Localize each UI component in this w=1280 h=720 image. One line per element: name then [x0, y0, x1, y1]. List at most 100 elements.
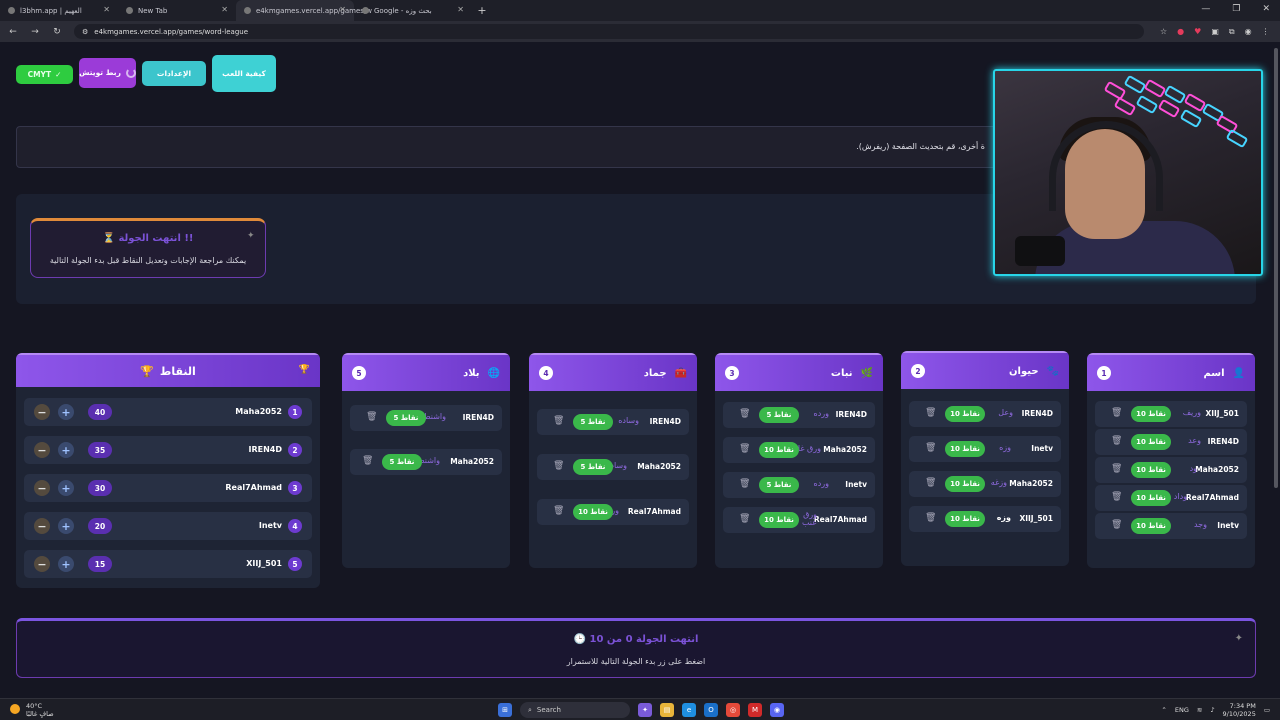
clock[interactable]: 7:34 PM 9/10/2025: [1223, 702, 1256, 719]
trash-icon[interactable]: 🗑: [739, 514, 750, 524]
extension-icon[interactable]: ●: [1177, 27, 1184, 37]
add-point-button[interactable]: +: [58, 404, 74, 420]
trash-icon[interactable]: 🗑: [1111, 492, 1122, 502]
reload-icon[interactable]: ↻: [52, 27, 62, 37]
how-to-play-button[interactable]: كيفية اللعب: [212, 55, 276, 92]
trash-icon[interactable]: 🗑: [739, 479, 750, 489]
chrome-icon[interactable]: ◎: [726, 703, 740, 717]
forward-icon[interactable]: →: [30, 27, 40, 37]
globe-icon: 🌐: [487, 367, 500, 379]
add-point-button[interactable]: +: [58, 518, 74, 534]
trash-icon[interactable]: 🗑: [366, 412, 377, 422]
mail-icon[interactable]: M: [748, 703, 762, 717]
remove-point-button[interactable]: −: [34, 518, 50, 534]
windows-start-icon[interactable]: ⊞: [498, 703, 512, 717]
points-badge[interactable]: 10 نقاط: [1131, 434, 1171, 450]
maximize-icon[interactable]: ❐: [1232, 4, 1240, 14]
extensions-puzzle-icon[interactable]: ⧉: [1229, 27, 1235, 37]
cmyt-button[interactable]: CMYT ✓: [16, 65, 73, 84]
browser-tab[interactable]: New Tab ✕: [118, 0, 236, 21]
trash-icon[interactable]: 🗑: [925, 443, 936, 453]
remove-point-button[interactable]: −: [34, 404, 50, 420]
trash-icon[interactable]: 🗑: [553, 506, 564, 516]
points-badge[interactable]: 5 نقاط: [382, 454, 422, 470]
points-badge[interactable]: 10 نقاط: [759, 442, 799, 458]
settings-button[interactable]: الإعدادات: [142, 61, 206, 86]
url-field[interactable]: ⚙ e4kmgames.vercel.app/games/word-league: [74, 24, 1144, 39]
outlook-icon[interactable]: O: [704, 703, 718, 717]
points-badge[interactable]: 10 نقاط: [573, 504, 613, 520]
points-badge[interactable]: 5 نقاط: [759, 477, 799, 493]
wifi-icon[interactable]: ≋: [1197, 706, 1202, 714]
category-card-name: 1 اسم 👤 XIIJ_501 وريف 10 نقاط 🗑 IREN4D وعد 10 ن…: [1087, 353, 1255, 568]
extension-icon[interactable]: ▣: [1211, 27, 1219, 37]
back-icon[interactable]: ←: [8, 27, 18, 37]
browser-tab[interactable]: l3bhm.app | العهيم ✕: [0, 0, 118, 21]
trash-icon[interactable]: 🗑: [1111, 408, 1122, 418]
points-badge[interactable]: 10 نقاط: [759, 512, 799, 528]
bookmark-star-icon[interactable]: ☆: [1160, 27, 1167, 37]
notifications-icon[interactable]: ▭: [1264, 706, 1270, 714]
weather-widget[interactable]: 40°C صافٍ غالبًا: [10, 702, 54, 719]
points-badge[interactable]: 5 نقاط: [573, 459, 613, 475]
points-badge[interactable]: 10 نقاط: [945, 511, 985, 527]
points-badge[interactable]: 10 نقاط: [945, 441, 985, 457]
close-tab-icon[interactable]: ✕: [457, 5, 464, 14]
remove-point-button[interactable]: −: [34, 442, 50, 458]
score-row: 5 XIIJ_501 15 + −: [24, 550, 312, 578]
profile-icon[interactable]: ◉: [1245, 27, 1252, 37]
answer-row: XIIJ_501 وريف 10 نقاط 🗑: [1095, 401, 1247, 427]
remove-point-button[interactable]: −: [34, 556, 50, 572]
extension-icon[interactable]: ♥: [1194, 27, 1201, 37]
edge-icon[interactable]: e: [682, 703, 696, 717]
scrollbar[interactable]: [1274, 48, 1278, 488]
category-header: 2 حيوان 🐾: [901, 351, 1069, 389]
site-info-icon[interactable]: ⚙: [82, 28, 88, 36]
close-window-icon[interactable]: ✕: [1262, 4, 1270, 14]
minimize-icon[interactable]: —: [1201, 4, 1210, 14]
browser-tab[interactable]: Google - بحث وزه ✕: [354, 0, 472, 21]
discord-icon[interactable]: ◉: [770, 703, 784, 717]
connect-twitch-button[interactable]: ربط تويتش: [79, 58, 136, 88]
trash-icon[interactable]: 🗑: [739, 409, 750, 419]
trash-icon[interactable]: 🗑: [553, 461, 564, 471]
remove-point-button[interactable]: −: [34, 480, 50, 496]
points-badge[interactable]: 10 نقاط: [1131, 462, 1171, 478]
points-badge[interactable]: 10 نقاط: [1131, 490, 1171, 506]
taskbar-search[interactable]: ⌕ Search: [520, 702, 630, 718]
answer-row: Maha2052 وزغه 10 نقاط 🗑: [909, 471, 1061, 497]
menu-icon[interactable]: ⋮: [1262, 27, 1270, 37]
points-badge[interactable]: 10 نقاط: [945, 476, 985, 492]
close-tab-icon[interactable]: ✕: [221, 5, 228, 14]
category-card-plant: 3 نبات 🌿 IREN4D ورده 5 نقاط 🗑 Maha2052 ورق غار…: [715, 353, 883, 568]
trash-icon[interactable]: 🗑: [362, 456, 373, 466]
close-tab-icon[interactable]: ✕: [103, 5, 110, 14]
trash-icon[interactable]: 🗑: [739, 444, 750, 454]
language-indicator[interactable]: ENG: [1175, 706, 1189, 714]
add-point-button[interactable]: +: [58, 556, 74, 572]
trash-icon[interactable]: 🗑: [925, 408, 936, 418]
browser-tab-bar: l3bhm.app | العهيم ✕ New Tab ✕ e4kmgames.v…: [0, 0, 1280, 21]
chevron-up-icon[interactable]: ⌃: [1161, 706, 1166, 714]
trash-icon[interactable]: 🗑: [925, 513, 936, 523]
points-badge[interactable]: 10 نقاط: [945, 406, 985, 422]
close-tab-icon[interactable]: ✕: [339, 5, 346, 14]
points-badge[interactable]: 5 نقاط: [386, 410, 426, 426]
browser-tab-active[interactable]: e4kmgames.vercel.app/games/w ✕: [236, 0, 372, 21]
add-point-button[interactable]: +: [58, 442, 74, 458]
trash-icon[interactable]: 🗑: [1111, 436, 1122, 446]
points-badge[interactable]: 10 نقاط: [1131, 406, 1171, 422]
add-point-button[interactable]: +: [58, 480, 74, 496]
points-badge[interactable]: 5 نقاط: [573, 414, 613, 430]
volume-icon[interactable]: ♪: [1210, 706, 1214, 714]
points-badge[interactable]: 10 نقاط: [1131, 518, 1171, 534]
new-tab-button[interactable]: +: [472, 4, 492, 17]
file-explorer-icon[interactable]: ▤: [660, 703, 674, 717]
points-badge[interactable]: 5 نقاط: [759, 407, 799, 423]
trash-icon[interactable]: 🗑: [925, 478, 936, 488]
trash-icon[interactable]: 🗑: [1111, 464, 1122, 474]
browser-toolbar-icons: ☆ ● ♥ ▣ ⧉ ◉ ⋮: [1160, 27, 1270, 37]
copilot-icon[interactable]: ✦: [638, 703, 652, 717]
trash-icon[interactable]: 🗑: [1111, 520, 1122, 530]
trash-icon[interactable]: 🗑: [553, 416, 564, 426]
